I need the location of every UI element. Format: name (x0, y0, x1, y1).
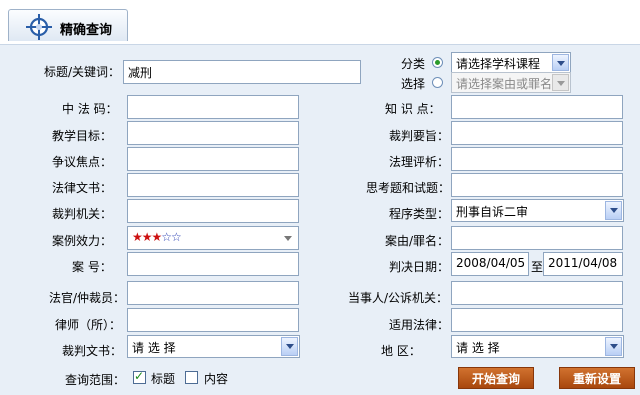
procedure-type-select[interactable]: 刑事自诉二审 (451, 199, 624, 222)
region-select[interactable]: 请 选 择 (451, 335, 624, 358)
category-select-value: 请选择学科课程 (456, 57, 541, 71)
region-label: 地 区： (381, 344, 421, 358)
ruling-gist-label: 裁判要旨： (389, 129, 450, 143)
chevron-down-icon[interactable] (605, 337, 622, 356)
code-input[interactable] (127, 95, 299, 119)
reset-button[interactable]: 重新设置 (559, 367, 635, 389)
judge-label: 法官/仲裁员： (49, 291, 126, 305)
cause-label: 案由/罪名： (385, 234, 450, 248)
date-to-input[interactable]: 2011/04/08 (543, 252, 623, 276)
court-label: 裁判机关： (52, 207, 113, 221)
case-effect-select[interactable]: ★★★☆☆ (127, 226, 299, 250)
teaching-goal-label: 教学目标： (52, 129, 113, 143)
procedure-type-value: 刑事自诉二审 (456, 205, 529, 219)
dispute-focus-label: 争议焦点： (52, 155, 113, 169)
case-number-label: 案 号： (72, 260, 112, 274)
category-radio[interactable] (432, 57, 443, 68)
exercise-input[interactable] (451, 173, 623, 197)
scope-content-checkbox[interactable] (185, 371, 198, 384)
judgment-doc-label: 裁判文书： (62, 344, 123, 358)
judge-input[interactable] (127, 281, 299, 305)
legal-analysis-input[interactable] (451, 147, 623, 171)
tab-exact-search[interactable]: 精确查询 (8, 9, 128, 41)
region-value: 请 选 择 (456, 341, 500, 355)
knowledge-point-label: 知 识 点： (385, 102, 441, 116)
dropdown-arrow-icon (284, 236, 292, 241)
ruling-gist-input[interactable] (451, 121, 623, 145)
cause-input[interactable] (451, 226, 623, 250)
cause-select[interactable]: 请选择案由或罪名 (451, 72, 571, 93)
chevron-down-icon[interactable] (605, 201, 622, 220)
applicable-law-label: 适用法律： (389, 318, 450, 332)
judgment-doc-value: 请 选 择 (132, 341, 176, 355)
category-label: 分类 (401, 57, 426, 71)
keyword-input[interactable]: 减刑 (123, 60, 361, 84)
legal-analysis-label: 法理评析： (389, 155, 450, 169)
party-input[interactable] (451, 281, 623, 305)
chevron-down-icon[interactable] (281, 337, 298, 356)
dispute-focus-input[interactable] (127, 147, 299, 171)
rating-stars-filled: ★★★ (132, 230, 162, 244)
scope-content-label: 内容 (204, 372, 229, 386)
category-select[interactable]: 请选择学科课程 (451, 52, 571, 73)
keyword-label: 标题/关键词： (44, 65, 121, 79)
select-label: 选择 (401, 77, 426, 91)
exercise-label: 思考题和试题： (366, 181, 451, 195)
chevron-down-icon (552, 74, 569, 91)
date-from-input[interactable]: 2008/04/05 (451, 252, 529, 276)
party-label: 当事人/公诉机关： (348, 291, 449, 305)
legal-document-label: 法律文书： (52, 181, 113, 195)
procedure-type-label: 程序类型： (389, 207, 450, 221)
lawyer-input[interactable] (127, 308, 299, 332)
scope-title-checkbox[interactable] (133, 369, 146, 384)
knowledge-point-input[interactable] (451, 95, 623, 119)
case-effect-label: 案例效力： (52, 234, 113, 248)
rating-stars-empty: ☆☆ (161, 230, 181, 244)
judgment-doc-select[interactable]: 请 选 择 (127, 335, 300, 358)
cause-radio[interactable] (432, 77, 443, 88)
judgment-date-label: 判决日期： (389, 260, 450, 274)
applicable-law-input[interactable] (451, 308, 623, 332)
cause-select-placeholder: 请选择案由或罪名 (456, 77, 553, 91)
scope-label: 查询范围： (65, 373, 126, 387)
legal-document-input[interactable] (127, 173, 299, 197)
code-label: 中 法 码： (62, 102, 118, 116)
teaching-goal-input[interactable] (127, 121, 299, 145)
chevron-down-icon[interactable] (552, 54, 569, 71)
search-target-icon (26, 14, 52, 40)
case-number-input[interactable] (127, 252, 299, 276)
court-input[interactable] (127, 199, 299, 223)
date-to-prefix: 至 (531, 260, 544, 274)
scope-title-label: 标题 (151, 372, 176, 386)
lawyer-label: 律师（所）： (55, 318, 122, 332)
tab-label: 精确查询 (60, 23, 113, 38)
start-search-button[interactable]: 开始查询 (458, 367, 534, 389)
